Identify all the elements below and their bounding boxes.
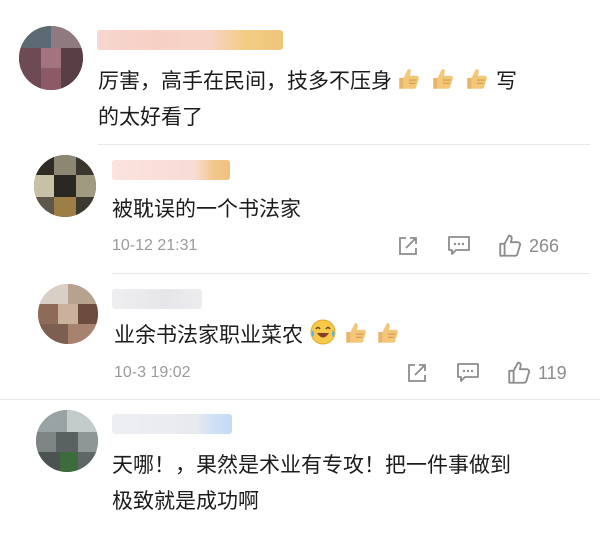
divider (112, 273, 590, 274)
thumbs-up-emoji (375, 320, 401, 346)
comment-text: 被耽误的一个书法家 (112, 197, 301, 221)
comment-bubble-icon (457, 363, 479, 382)
username[interactable] (97, 30, 283, 50)
comment-time: 10-3 19:02 (114, 364, 191, 381)
comment-text-line1: 厉害，高手在民间，技多不压身 (98, 69, 392, 93)
reply-button[interactable] (397, 235, 419, 257)
comment-text-line2: 极致就是成功啊 (112, 489, 259, 513)
comment-text: 业余书法家职业菜农 (114, 317, 403, 353)
comment-text-line1: 业余书法家职业菜农 (114, 323, 303, 347)
thumbs-up-emoji (396, 66, 422, 92)
like-count: 266 (529, 235, 560, 256)
thumbs-up-icon (499, 234, 522, 257)
avatar[interactable] (34, 155, 96, 217)
thumbs-up-emoji (430, 66, 456, 92)
avatar[interactable] (36, 410, 98, 472)
like-count: 119 (538, 362, 567, 383)
reply-square-icon (399, 237, 417, 255)
comment-text: 天哪！，果然是术业有专攻！把一件事做到 (112, 453, 511, 477)
reply-square-icon (408, 364, 426, 382)
comment-time: 10-12 21:31 (112, 237, 198, 254)
username[interactable] (112, 289, 202, 309)
comment-text-tail: 写 (496, 69, 517, 93)
comment-text: 厉害，高手在民间，技多不压身 写 (98, 63, 517, 99)
like-button[interactable]: 266 (497, 233, 559, 259)
comment-button[interactable] (447, 235, 471, 257)
comment-button[interactable] (456, 362, 480, 384)
thumbs-up-icon (508, 361, 531, 384)
avatar[interactable] (19, 26, 83, 90)
divider (0, 399, 600, 400)
laughing-tears-emoji (310, 319, 336, 345)
avatar[interactable] (38, 284, 98, 344)
thumbs-up-emoji (464, 66, 490, 92)
comment-bubble-icon (448, 236, 470, 255)
reply-button[interactable] (406, 362, 428, 384)
divider (98, 144, 590, 145)
thumbs-up-emoji (343, 320, 369, 346)
like-button[interactable]: 119 (506, 360, 567, 386)
comment-text-line2: 的太好看了 (98, 105, 203, 129)
username[interactable] (112, 414, 232, 434)
username[interactable] (112, 160, 230, 180)
